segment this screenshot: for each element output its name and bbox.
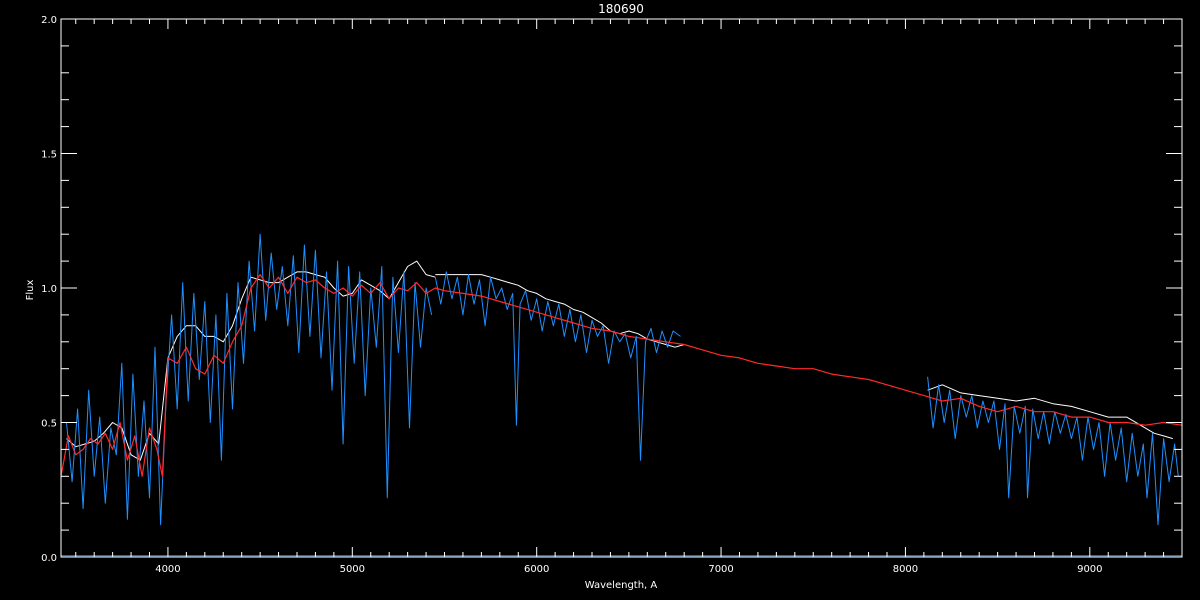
x-tick-label-5000: 5000	[340, 564, 365, 575]
y-tick-label-0.0: 0.0	[41, 553, 57, 564]
y-tick-label-1.5: 1.5	[41, 150, 57, 161]
y-tick-label-1.0: 1.0	[41, 284, 57, 295]
x-tick-label-8000: 8000	[893, 564, 918, 575]
x-tick-label-7000: 7000	[708, 564, 733, 575]
y-axis-label: Flux	[25, 280, 36, 301]
x-tick-label-4000: 4000	[155, 564, 180, 575]
x-tick-label-6000: 6000	[524, 564, 549, 575]
y-tick-label-2.0: 2.0	[41, 15, 57, 26]
chart-background	[0, 0, 1200, 600]
y-tick-label-0.5: 0.5	[41, 419, 57, 430]
chart-title: 180690	[598, 2, 644, 16]
spectrum-chart: 4000 5000 6000 7000 8000 9000 0.0 0.5 1.0 1.5 2.0…	[0, 0, 1200, 600]
x-axis-label: Wavelength, A	[585, 580, 658, 591]
x-tick-label-9000: 9000	[1077, 564, 1102, 575]
